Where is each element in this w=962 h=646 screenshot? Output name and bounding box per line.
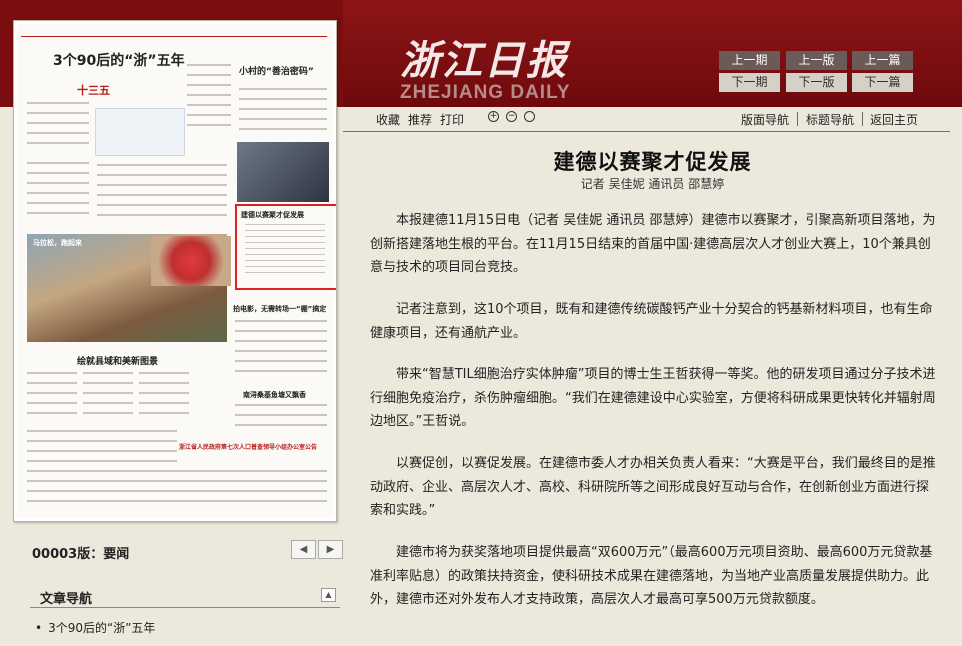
article-paragraph: 带来“智慧TIL细胞治疗实体肿瘤”项目的博士生王哲获得一等奖。他的研发项目通过分… [370,367,936,429]
chevron-left-icon[interactable]: ◀ [291,540,316,559]
thumb-headline-1: 3个90后的“浙”五年 [53,53,185,69]
prev-page-button[interactable]: 上一版 [786,51,847,70]
page-thumbnail[interactable]: 3个90后的“浙”五年 十三五 小村的“善治密码” 建德以赛聚才促发展 马拉松，… [13,20,337,522]
next-issue-button[interactable]: 下一期 [719,73,780,92]
next-page-button[interactable]: 下一版 [786,73,847,92]
prev-article-button[interactable]: 上一篇 [852,51,913,70]
next-article-button[interactable]: 下一篇 [852,73,913,92]
print-link[interactable]: 打印 [440,111,464,128]
page-label: 00003版：要闻 [32,547,130,562]
current-article-highlight[interactable] [235,204,336,290]
thumb-tag-1: 十三五 [77,84,110,97]
collapse-icon[interactable]: ▲ [321,588,336,602]
zoom-reset-icon[interactable] [524,111,535,122]
recommend-link[interactable]: 推荐 [408,111,432,128]
thumb-headline-6: 南浔桑基鱼塘又飘香 [243,391,306,399]
title-nav-link[interactable]: 标题导航 [806,111,854,128]
thumb-headline-7: 浙江省人民政府第七次人口普查领导小组办公室公告 [179,444,318,451]
masthead-english-title: ZHEJIANG DAILY [400,82,571,103]
article-nav-title: 文章导航 [40,592,93,607]
masthead-logo: 浙江日报 [400,37,568,84]
favorite-link[interactable]: 收藏 [376,111,400,128]
thumb-headline-4: 绘就县域和美新图景 [77,357,159,367]
article-nav-item[interactable]: 3个90后的“浙”五年 [35,619,155,636]
article-paragraph: 建德市将为获奖落地项目提供最高“双600万元”（最高600万元项目资助、最高60… [370,545,933,607]
home-link[interactable]: 返回主页 [870,111,918,128]
thumb-photo-village [237,142,329,202]
zoom-out-icon[interactable]: − [506,111,517,122]
zoom-in-icon[interactable]: + [488,111,499,122]
chevron-right-icon[interactable]: ▶ [318,540,343,559]
article-paragraph: 记者注意到，这10个项目，既有和建德传统碳酸钙产业十分契合的钙基新材料项目，也有… [370,302,933,341]
article-paragraph: 以赛促创，以赛促发展。在建德市委人才办相关负责人看来：“大赛是平台，我们最终目的… [370,456,936,518]
thumb-tag-2: 马拉松，跑起来 [33,239,82,247]
article-toolbar: 收藏 推荐 打印 + − 版面导航 标题导航 返回主页 [372,111,952,129]
article-nav-divider [30,607,340,608]
thumb-infographic [95,108,185,156]
left-panel: 3个90后的“浙”五年 十三五 小村的“善治密码” 建德以赛聚才促发展 马拉松，… [0,0,343,646]
thumb-photo-runners [151,236,231,286]
toolbar-divider [343,131,950,132]
layout-nav-link[interactable]: 版面导航 [741,111,789,128]
article-paragraph: 本报建德11月15日电（记者 吴佳妮 通讯员 邵慧婷）建德市以赛聚才，引聚高新项… [370,213,936,275]
thumb-headline-2: 小村的“善治密码” [239,67,314,77]
article-title: 建德以赛聚才促发展 [553,150,752,174]
prev-issue-button[interactable]: 上一期 [719,51,780,70]
thumb-headline-5: 拍电影，无需转场一“棚”搞定 [233,305,327,313]
article-byline: 记者 吴佳妮 通讯员 邵慧婷 [580,177,725,191]
